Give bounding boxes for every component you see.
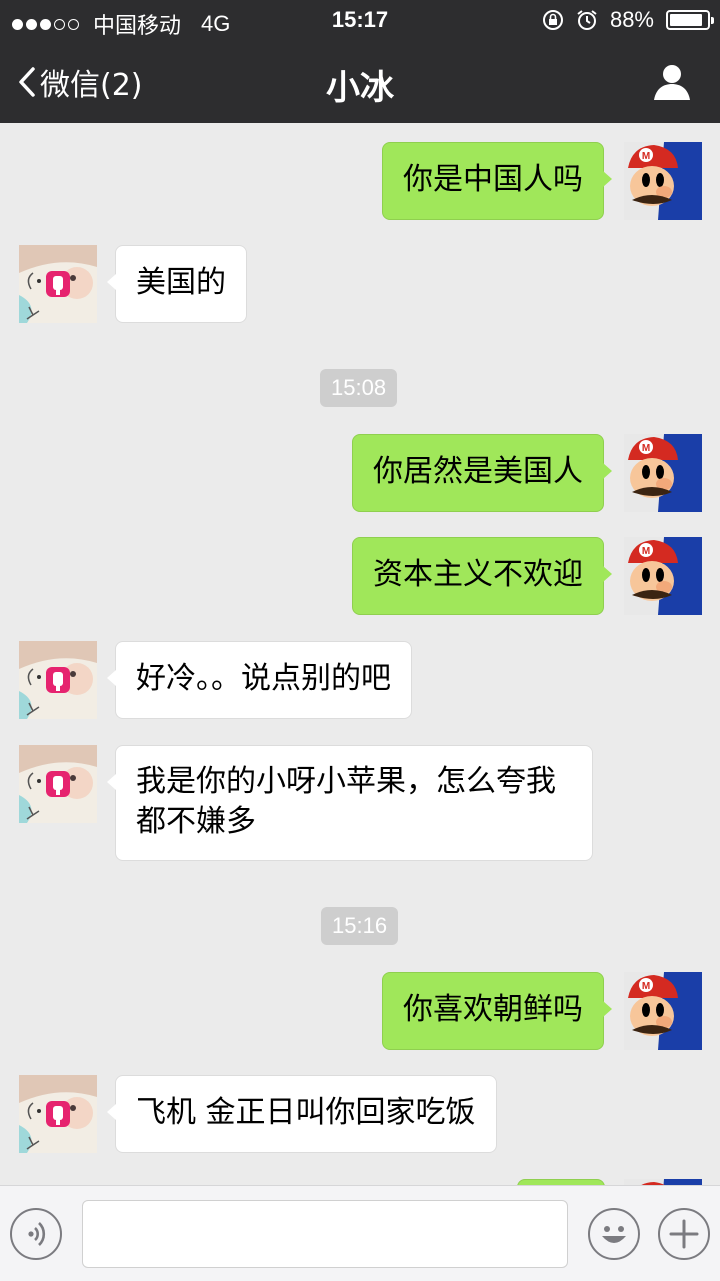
outgoing-message[interactable]: 资本主义不欢迎 bbox=[352, 537, 612, 615]
outgoing-message[interactable]: 你居然是美国人 bbox=[352, 434, 612, 512]
avatar-image: M bbox=[624, 434, 702, 512]
more-button[interactable] bbox=[658, 1208, 710, 1260]
status-bar: 中国移动 4G 15:17 88% bbox=[0, 0, 720, 40]
emoji-button[interactable] bbox=[588, 1208, 640, 1260]
rotation-lock-icon bbox=[542, 10, 563, 30]
my-avatar[interactable]: M bbox=[624, 972, 702, 1050]
avatar-image bbox=[19, 1075, 97, 1153]
avatar-image: M bbox=[624, 142, 702, 220]
voice-icon bbox=[28, 1222, 46, 1246]
svg-text:M: M bbox=[642, 443, 650, 454]
battery-percent: 88% bbox=[609, 7, 654, 32]
battery-icon bbox=[666, 10, 714, 30]
avatar-image bbox=[19, 245, 97, 323]
svg-text:M: M bbox=[642, 546, 650, 557]
alarm-icon bbox=[577, 10, 597, 30]
my-avatar[interactable]: M bbox=[624, 142, 702, 220]
chat-title: 小冰 bbox=[326, 68, 394, 108]
incoming-message[interactable]: 飞机 金正日叫你回家吃饭 bbox=[107, 1075, 497, 1153]
avatar-image: M bbox=[624, 537, 702, 615]
plus-icon bbox=[669, 1219, 699, 1249]
incoming-message[interactable]: 好冷。。说点别的吧 bbox=[107, 641, 412, 719]
timestamp: 15:16 bbox=[321, 907, 399, 945]
emoji-icon bbox=[602, 1226, 626, 1243]
contact-avatar[interactable] bbox=[19, 641, 97, 719]
timestamp: 15:08 bbox=[320, 369, 398, 407]
contact-avatar[interactable] bbox=[19, 245, 97, 323]
avatar-image bbox=[19, 745, 97, 823]
person-icon[interactable] bbox=[652, 62, 692, 102]
chat-area[interactable]: M 你是中国人吗 美国的 15:08 M 你居然是美国人 M 资本主义不欢迎 好… bbox=[0, 123, 720, 1185]
voice-button[interactable] bbox=[10, 1208, 62, 1260]
battery-fill bbox=[670, 14, 702, 26]
my-avatar[interactable]: M bbox=[624, 434, 702, 512]
outgoing-message[interactable]: 你喜欢朝鲜吗 bbox=[382, 972, 612, 1050]
input-bar bbox=[0, 1185, 720, 1281]
incoming-message[interactable]: 美国的 bbox=[107, 245, 247, 323]
contact-avatar[interactable] bbox=[19, 1075, 97, 1153]
status-right: 88% bbox=[542, 7, 714, 33]
incoming-message[interactable]: 我是你的小呀小苹果，怎么夸我都不嫌多 bbox=[107, 745, 593, 861]
message-input[interactable] bbox=[82, 1200, 568, 1268]
contact-avatar[interactable] bbox=[19, 745, 97, 823]
avatar-image: M bbox=[624, 972, 702, 1050]
svg-text:M: M bbox=[642, 981, 650, 992]
svg-text:M: M bbox=[642, 151, 650, 162]
my-avatar[interactable]: M bbox=[624, 537, 702, 615]
outgoing-message[interactable]: 你是中国人吗 bbox=[382, 142, 612, 220]
avatar-image bbox=[19, 641, 97, 719]
nav-bar: 微信(2) 小冰 bbox=[0, 40, 720, 123]
